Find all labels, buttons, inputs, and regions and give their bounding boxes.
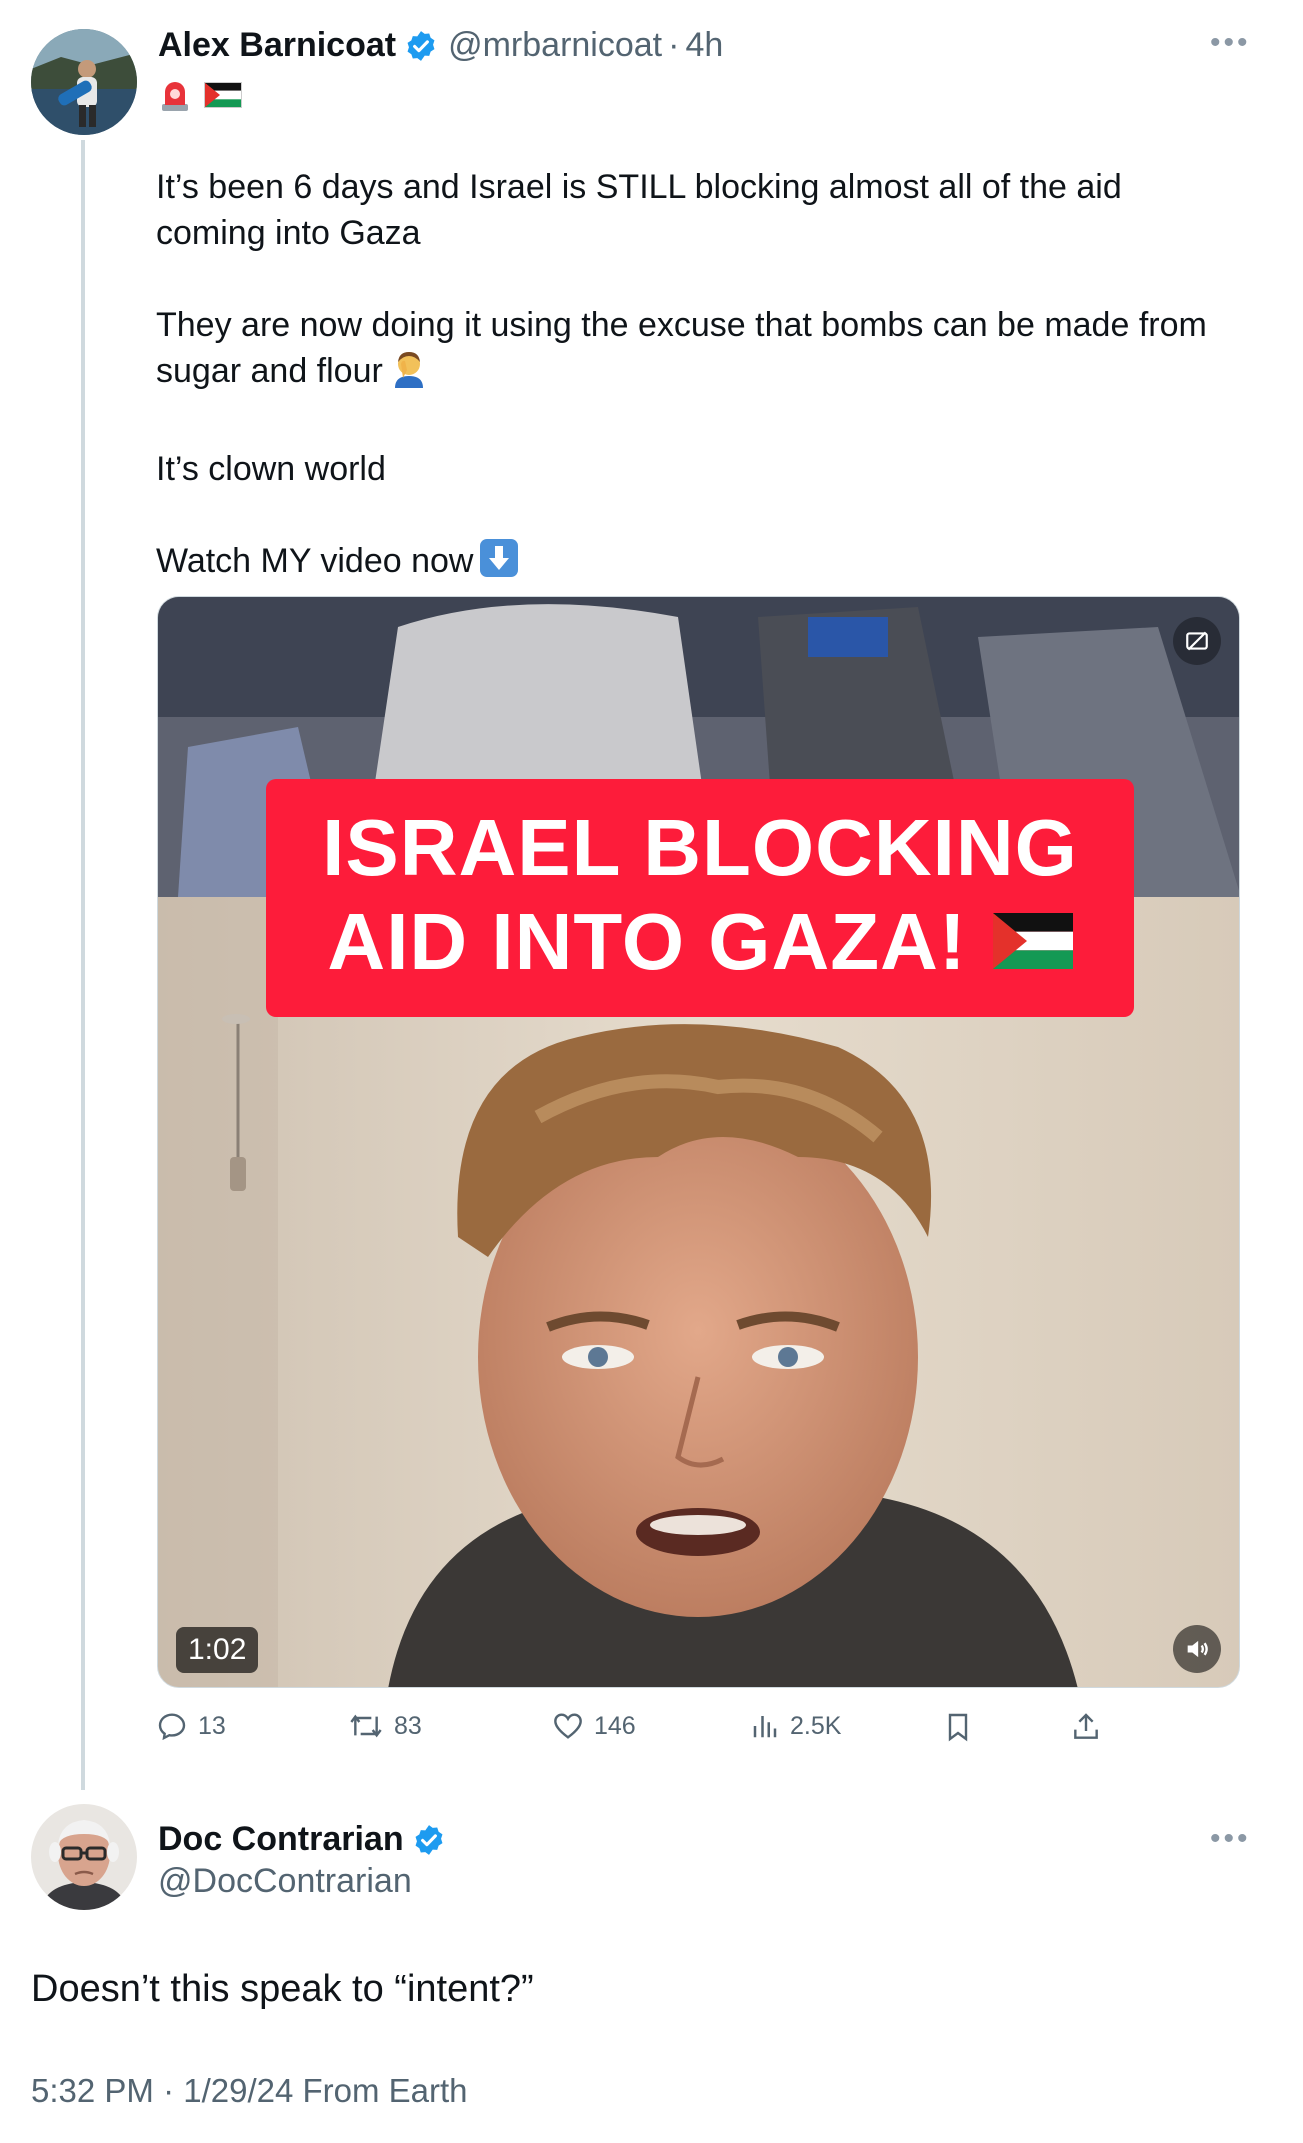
views-count: 2.5K [790, 1711, 842, 1740]
reply-header-handle-row: @DocContrarian [158, 1862, 412, 1901]
video-banner: ISRAEL BLOCKING AID INTO GAZA! [266, 779, 1134, 1017]
banner-line2: AID INTO GAZA! [327, 897, 967, 986]
author-avatar[interactable] [31, 29, 137, 135]
reply-header-name-row: Doc Contrarian [158, 1820, 446, 1859]
bio-emojis [160, 78, 242, 117]
share-icon [1074, 1713, 1098, 1739]
tweet-time[interactable]: 4h [685, 26, 723, 65]
facepalm-emoji [389, 348, 429, 400]
rotating-light-emoji [160, 78, 190, 117]
more-options-icon[interactable]: ••• [1210, 1822, 1251, 1856]
media-settings-icon[interactable] [1173, 617, 1221, 665]
verified-badge-icon [404, 29, 438, 63]
repost-button[interactable]: 83 [348, 1710, 422, 1742]
palestine-flag-emoji [204, 82, 242, 113]
like-count: 146 [594, 1711, 636, 1740]
tweet-paragraph: It’s been 6 days and Israel is STILL blo… [156, 168, 1122, 252]
bookmark-icon [948, 1713, 968, 1742]
repost-icon [350, 1714, 382, 1738]
author-name[interactable]: Alex Barnicoat [158, 26, 396, 65]
like-button[interactable]: 146 [552, 1710, 636, 1742]
reply-count: 13 [198, 1711, 226, 1740]
repost-count: 83 [394, 1711, 422, 1740]
reply-author-handle[interactable]: @DocContrarian [158, 1862, 412, 1901]
video-frame [158, 597, 1239, 1687]
views-icon [753, 1716, 777, 1738]
bookmark-button[interactable] [942, 1710, 974, 1744]
reply-button[interactable]: 13 [156, 1710, 226, 1742]
reply-icon [158, 1713, 186, 1741]
tweet-paragraph: Watch MY video now [156, 538, 1236, 590]
verified-badge-icon [412, 1823, 446, 1857]
tweet-body: It’s been 6 days and Israel is STILL blo… [156, 164, 1236, 590]
reply-author-avatar[interactable] [31, 1804, 137, 1910]
tweet-header: Alex Barnicoat @mrbarnicoat · 4h [158, 26, 723, 65]
reply-body: Doesn’t this speak to “intent?” [31, 1968, 534, 2010]
avatar-photo [31, 29, 137, 135]
banner-line2-row: AID INTO GAZA! [327, 895, 1073, 989]
thread-line [81, 140, 85, 1790]
more-options-icon[interactable]: ••• [1210, 26, 1251, 60]
reply-author-name[interactable]: Doc Contrarian [158, 1820, 404, 1859]
tweet-paragraph: It’s clown world [156, 450, 386, 488]
video-player[interactable]: ISRAEL BLOCKING AID INTO GAZA! 1:02 [157, 596, 1240, 1688]
down-arrow-emoji [479, 538, 519, 590]
share-button[interactable] [1070, 1710, 1102, 1744]
tweet-actions: 13 83 146 2.5K [156, 1702, 1136, 1752]
heart-icon [554, 1713, 582, 1739]
video-duration: 1:02 [176, 1627, 259, 1673]
volume-icon[interactable] [1173, 1625, 1221, 1673]
banner-line1: ISRAEL BLOCKING [322, 803, 1078, 892]
views-button[interactable]: 2.5K [750, 1710, 841, 1742]
reply-timestamp[interactable]: 5:32 PM · 1/29/24 From Earth [31, 2072, 468, 2110]
avatar-photo [31, 1804, 137, 1910]
separator-dot: · [668, 26, 680, 64]
palestine-flag-emoji [992, 895, 1073, 989]
author-handle[interactable]: @mrbarnicoat [448, 26, 662, 65]
tweet-paragraph: They are now doing it using the excuse t… [156, 302, 1236, 400]
